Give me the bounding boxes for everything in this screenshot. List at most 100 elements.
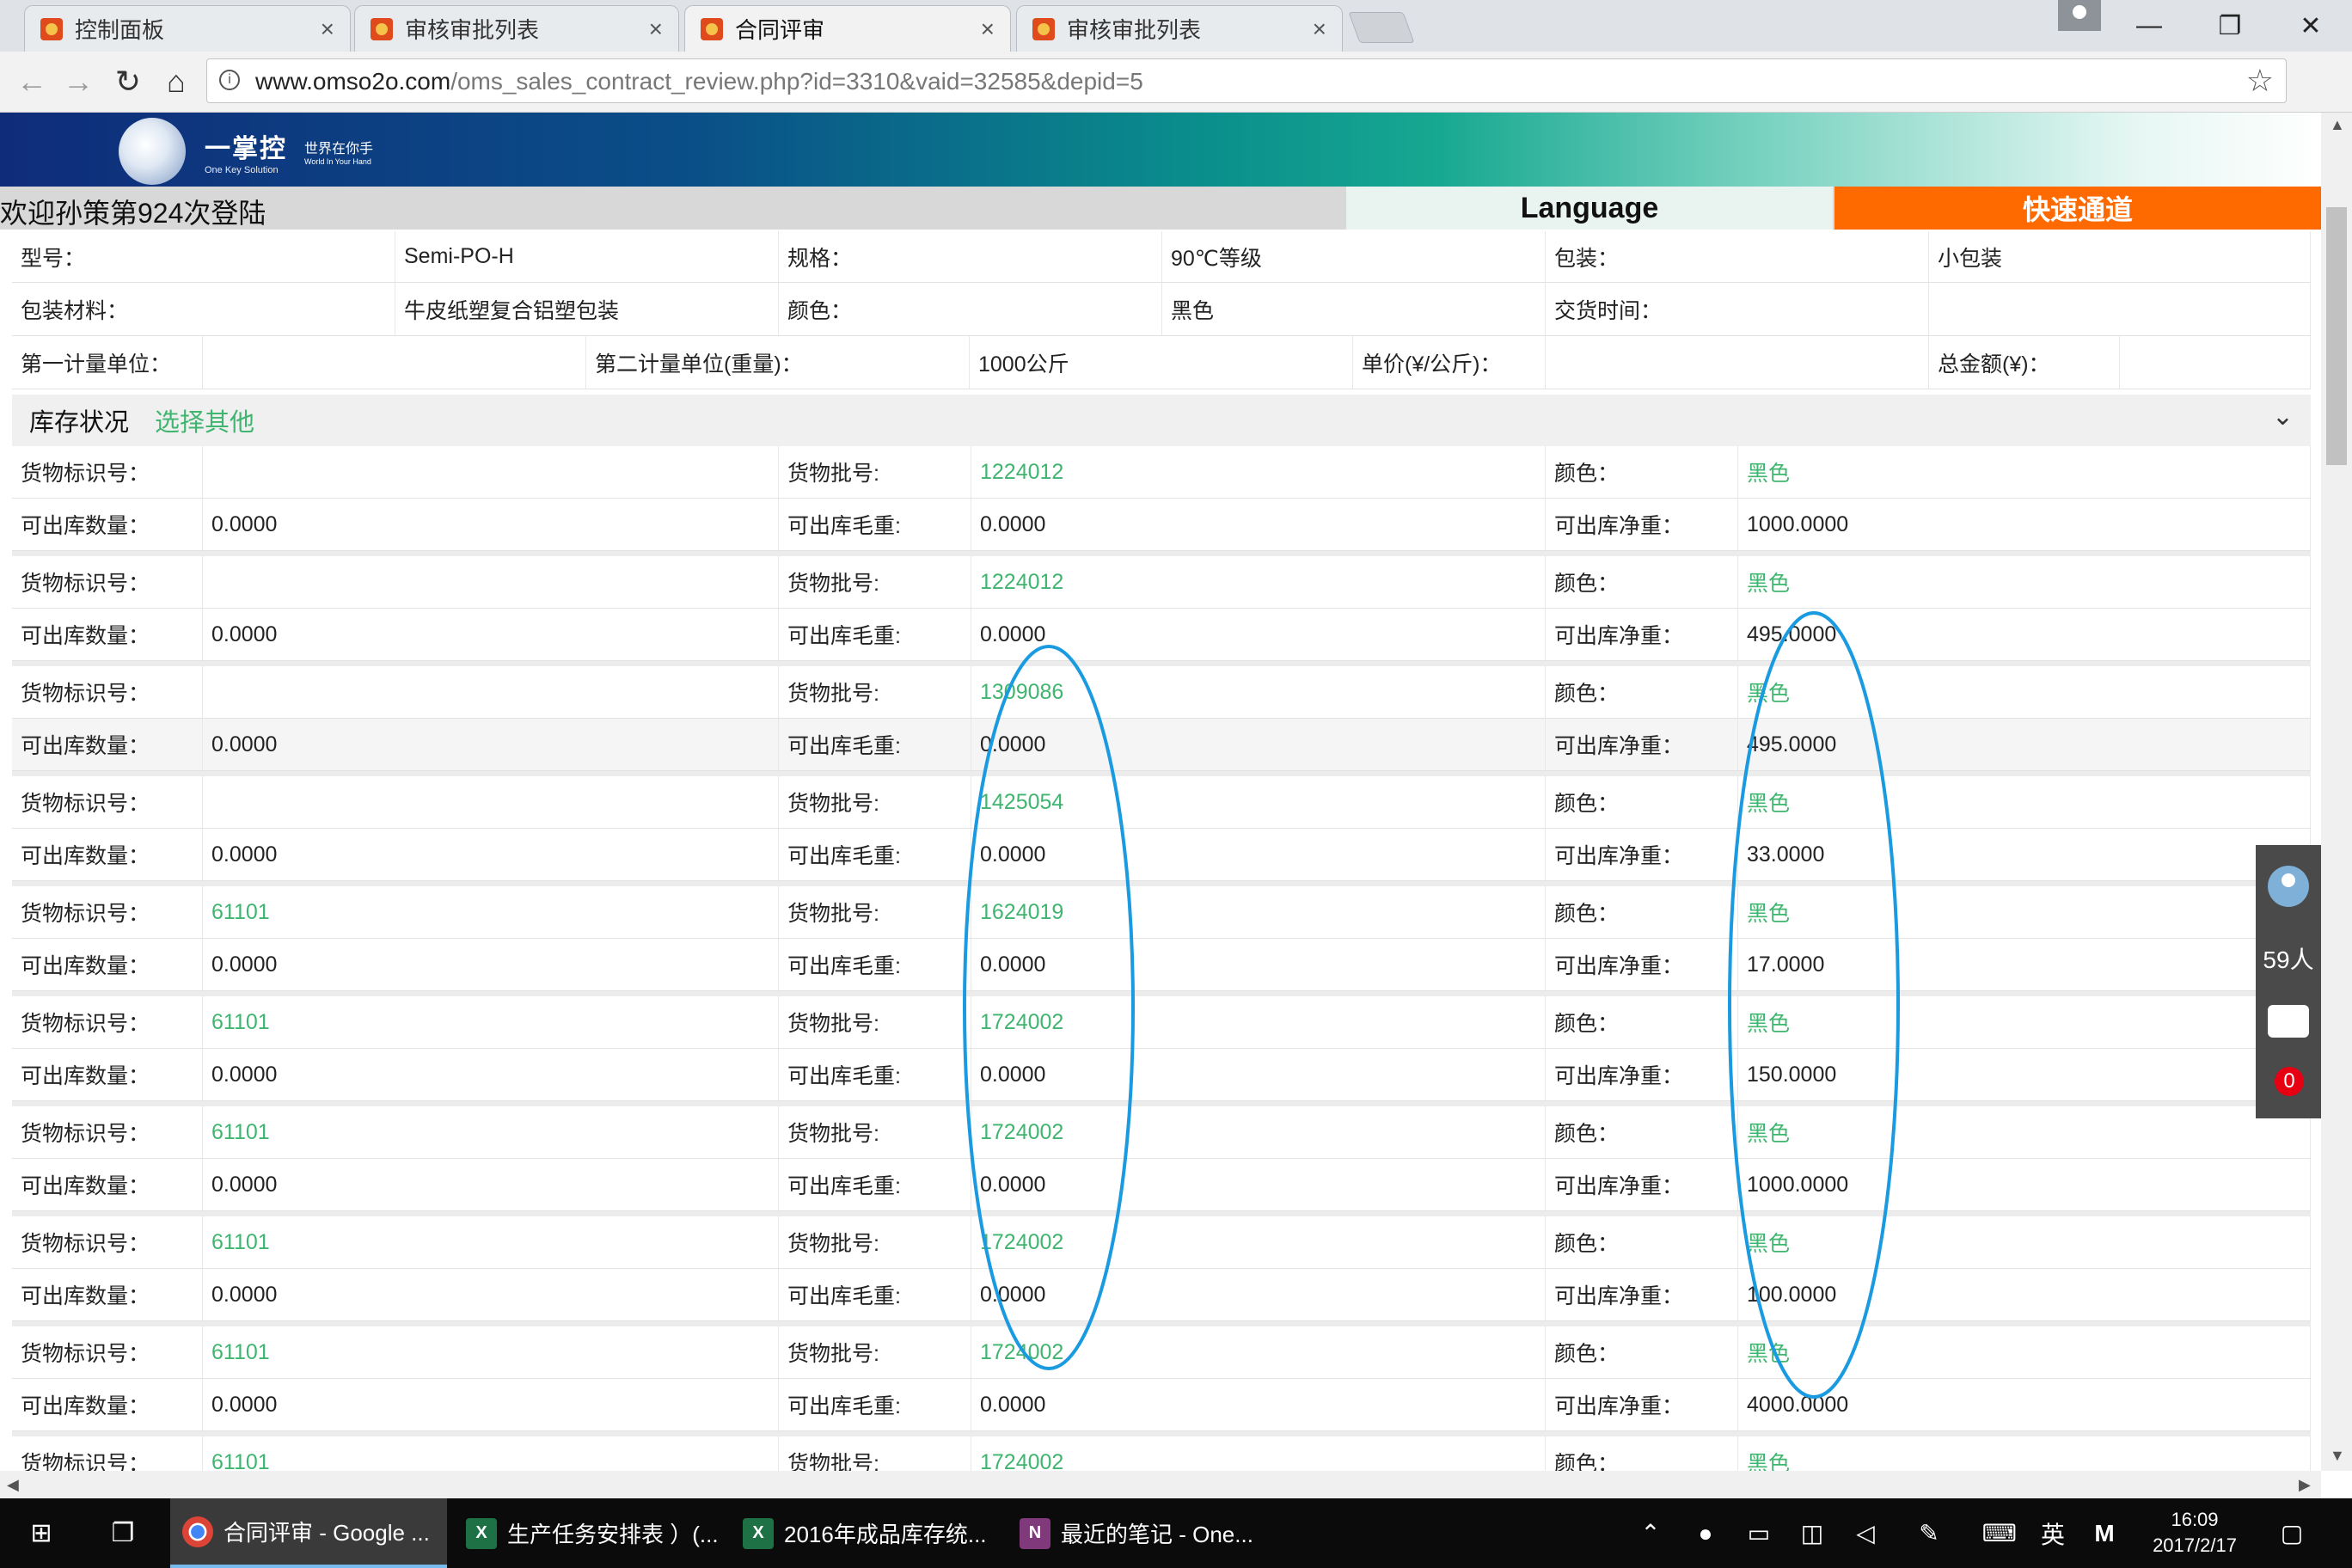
action-center-icon[interactable]: ▢ bbox=[2266, 1498, 2318, 1568]
chevron-down-icon[interactable]: ⌄ bbox=[2272, 401, 2294, 432]
ime-language[interactable]: 英 bbox=[2032, 1498, 2073, 1568]
batch-no-value[interactable]: 1724002 bbox=[971, 1436, 1546, 1471]
minimize-icon[interactable]: — bbox=[2110, 0, 2189, 52]
taskbar-app-excel-1[interactable]: X 生产任务安排表 ）(... bbox=[454, 1498, 726, 1568]
color-value[interactable]: 黑色 bbox=[1738, 666, 2311, 718]
goods-id-value[interactable]: 61101 bbox=[203, 1436, 779, 1471]
taskbar-app-onenote[interactable]: N 最近的笔记 - One... bbox=[1008, 1498, 1279, 1568]
scroll-up-arrow-icon[interactable]: ▲ bbox=[2330, 116, 2345, 134]
reload-icon[interactable]: ↻ bbox=[107, 60, 150, 103]
value-model: Semi-PO-H bbox=[395, 231, 779, 282]
tab-close-icon[interactable]: × bbox=[649, 15, 663, 43]
tab-close-icon[interactable]: × bbox=[321, 15, 334, 43]
color-value[interactable]: 黑色 bbox=[1738, 1436, 2311, 1471]
label-goods-id: 货物标识号： bbox=[12, 776, 203, 828]
address-bar[interactable]: i www.omso2o.com/oms_sales_contract_revi… bbox=[206, 58, 2287, 103]
system-clock[interactable]: 16:09 2017/2/17 bbox=[2130, 1507, 2259, 1559]
available-qty-value: 0.0000 bbox=[203, 1379, 779, 1430]
task-view-icon[interactable]: ❐ bbox=[86, 1498, 160, 1568]
url-text[interactable]: www.omso2o.com/oms_sales_contract_review… bbox=[255, 68, 1143, 95]
label-batch-no: 货物批号: bbox=[779, 666, 971, 718]
scrollbar-thumb[interactable] bbox=[2326, 207, 2347, 465]
tab-review-list-2[interactable]: 审核审批列表 × bbox=[1016, 5, 1343, 52]
new-tab-button[interactable] bbox=[1348, 12, 1415, 43]
label-batch-no: 货物批号: bbox=[779, 1436, 971, 1471]
user-avatar-icon[interactable] bbox=[2268, 866, 2309, 907]
goods-id-value[interactable]: 61101 bbox=[203, 1326, 779, 1378]
gross-weight-value: 0.0000 bbox=[971, 499, 1546, 550]
color-value[interactable]: 黑色 bbox=[1738, 776, 2311, 828]
color-value[interactable]: 黑色 bbox=[1738, 446, 2311, 498]
batch-no-value[interactable]: 1425054 bbox=[971, 776, 1546, 828]
volume-muted-icon[interactable]: ◁ bbox=[1847, 1498, 1884, 1568]
batch-no-value[interactable]: 1224012 bbox=[971, 556, 1546, 608]
batch-no-value[interactable]: 1309086 bbox=[971, 666, 1546, 718]
label-gross-weight: 可出库毛重: bbox=[779, 609, 971, 660]
back-arrow-icon[interactable]: ← bbox=[10, 60, 53, 103]
goods-id-value[interactable]: 61101 bbox=[203, 1106, 779, 1158]
available-qty-value: 0.0000 bbox=[203, 1049, 779, 1100]
goods-id-value[interactable] bbox=[203, 446, 779, 498]
batch-no-value[interactable]: 1224012 bbox=[971, 446, 1546, 498]
batch-no-value[interactable]: 1724002 bbox=[971, 1216, 1546, 1268]
pen-icon[interactable]: ✎ bbox=[1910, 1498, 1948, 1568]
goods-id-value[interactable]: 61101 bbox=[203, 1216, 779, 1268]
start-windows-icon[interactable]: ⊞ bbox=[0, 1498, 83, 1568]
inventory-id-row: 货物标识号： 61101 货物批号: 1724002 颜色： 黑色 bbox=[12, 996, 2311, 1049]
site-logo[interactable]: 一掌控 One Key Solution 世界在你手 World In Your… bbox=[119, 118, 373, 185]
network-icon[interactable]: ◫ bbox=[1793, 1498, 1831, 1568]
restore-icon[interactable]: ❐ bbox=[2190, 0, 2269, 52]
bookmark-star-icon[interactable]: ☆ bbox=[2246, 63, 2274, 99]
color-value[interactable]: 黑色 bbox=[1738, 556, 2311, 608]
onenote-icon: N bbox=[1020, 1517, 1050, 1549]
chat-widget[interactable]: 59人 0 bbox=[2256, 845, 2321, 1118]
goods-id-value[interactable]: 61101 bbox=[203, 886, 779, 938]
label-color: 颜色： bbox=[1546, 1436, 1738, 1471]
tab-review-list[interactable]: 审核审批列表 × bbox=[354, 5, 679, 52]
message-icon[interactable] bbox=[2268, 1005, 2309, 1038]
color-value[interactable]: 黑色 bbox=[1738, 1106, 2311, 1158]
value-first-unit bbox=[203, 336, 586, 389]
ime-mode[interactable]: M bbox=[2084, 1498, 2125, 1568]
goods-id-value[interactable] bbox=[203, 666, 779, 718]
scroll-left-arrow-icon[interactable]: ◀ bbox=[7, 1476, 19, 1494]
label-available-qty: 可出库数量： bbox=[12, 1269, 203, 1320]
taskbar-app-excel-2[interactable]: X 2016年成品库存统... bbox=[731, 1498, 1002, 1568]
keyboard-icon[interactable]: ⌨ bbox=[1977, 1498, 2022, 1568]
tab-close-icon[interactable]: × bbox=[981, 15, 995, 43]
select-other-link[interactable]: 选择其他 bbox=[155, 402, 254, 438]
forward-arrow-icon[interactable]: → bbox=[57, 60, 100, 103]
tab-close-icon[interactable]: × bbox=[1313, 15, 1326, 43]
tray-expand-icon[interactable]: ⌃ bbox=[1633, 1498, 1668, 1568]
color-value[interactable]: 黑色 bbox=[1738, 1216, 2311, 1268]
tab-contract-review[interactable]: 合同评审 × bbox=[684, 5, 1011, 52]
batch-no-value[interactable]: 1724002 bbox=[971, 996, 1546, 1048]
taskbar-app-chrome[interactable]: 合同评审 - Google ... bbox=[170, 1498, 447, 1568]
inventory-qty-row: 可出库数量： 0.0000 可出库毛重: 0.0000 可出库净重： 495.0000 bbox=[12, 719, 2311, 771]
color-value[interactable]: 黑色 bbox=[1738, 1326, 2311, 1378]
inventory-section-header[interactable]: 库存状况 选择其他 ⌄ bbox=[12, 395, 2311, 446]
scroll-down-arrow-icon[interactable]: ▼ bbox=[2330, 1447, 2345, 1465]
quick-access-button[interactable]: 快速通道 bbox=[1834, 187, 2321, 230]
color-value[interactable]: 黑色 bbox=[1738, 886, 2311, 938]
batch-no-value[interactable]: 1724002 bbox=[971, 1326, 1546, 1378]
goods-id-value[interactable]: 61101 bbox=[203, 996, 779, 1048]
profile-icon[interactable] bbox=[2058, 0, 2101, 31]
batch-no-value[interactable]: 1624019 bbox=[971, 886, 1546, 938]
language-button[interactable]: Language bbox=[1346, 187, 1833, 230]
label-batch-no: 货物批号: bbox=[779, 1326, 971, 1378]
tab-label: 合同评审 bbox=[735, 17, 825, 43]
home-icon[interactable]: ⌂ bbox=[155, 60, 198, 103]
goods-id-value[interactable] bbox=[203, 556, 779, 608]
tray-app-icon[interactable]: ● bbox=[1687, 1498, 1724, 1568]
battery-icon[interactable]: ▭ bbox=[1740, 1498, 1778, 1568]
batch-no-value[interactable]: 1724002 bbox=[971, 1106, 1546, 1158]
color-value[interactable]: 黑色 bbox=[1738, 996, 2311, 1048]
site-info-icon[interactable]: i bbox=[219, 70, 240, 90]
tab-control-panel[interactable]: 控制面板 × bbox=[24, 5, 351, 52]
scroll-right-arrow-icon[interactable]: ▶ bbox=[2299, 1476, 2311, 1494]
horizontal-scrollbar[interactable]: ◀ ▶ bbox=[0, 1471, 2321, 1498]
vertical-scrollbar[interactable]: ▲ ▼ bbox=[2321, 113, 2352, 1471]
window-close-icon[interactable]: ✕ bbox=[2271, 0, 2350, 52]
goods-id-value[interactable] bbox=[203, 776, 779, 828]
